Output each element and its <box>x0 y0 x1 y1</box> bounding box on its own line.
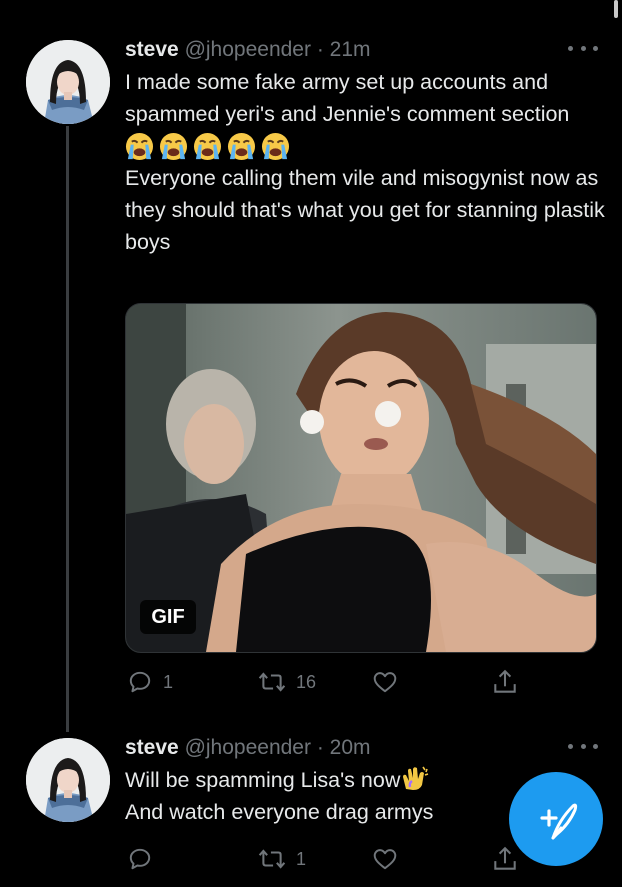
timestamp[interactable]: 21m <box>330 38 371 61</box>
handle[interactable]: @jhopeender <box>185 38 311 61</box>
avatar[interactable] <box>26 40 110 124</box>
retweet-icon <box>258 849 286 869</box>
retweet-count: 1 <box>296 848 307 869</box>
avatar-image <box>26 40 110 124</box>
retweet-button[interactable]: 1 <box>258 846 306 872</box>
like-button[interactable] <box>371 846 399 872</box>
loudly-crying-face-icon <box>227 132 256 160</box>
compose-tweet-icon <box>540 803 578 840</box>
loudly-crying-face-icon <box>159 132 188 160</box>
reply-icon <box>129 848 151 870</box>
reply-button[interactable]: 1 <box>127 669 173 695</box>
tweet-text-line-1-text: Will be spamming Lisa's now <box>125 768 401 792</box>
handle[interactable]: @jhopeender <box>185 736 311 759</box>
more-options-icon[interactable] <box>568 738 598 754</box>
separator: · <box>316 38 324 61</box>
display-name[interactable]: steve <box>125 38 179 61</box>
separator: · <box>316 736 324 759</box>
share-icon <box>494 669 516 693</box>
gif-image <box>126 304 596 652</box>
retweet-button[interactable]: 16 <box>258 669 316 695</box>
avatar-image <box>26 738 110 822</box>
gif-badge: GIF <box>140 600 196 634</box>
loudly-crying-face-icon <box>261 132 290 160</box>
share-button[interactable] <box>492 668 518 696</box>
thread-connector-line <box>66 126 69 732</box>
reply-count: 1 <box>163 671 174 692</box>
like-button[interactable] <box>371 669 399 695</box>
display-name[interactable]: steve <box>125 736 179 759</box>
tweet-header: steve @jhopeender · 20m <box>125 735 371 761</box>
clapping-hands-icon <box>403 766 429 790</box>
tweet-text: I made some fake army set up accounts an… <box>125 66 605 258</box>
gif-media[interactable] <box>125 303 597 653</box>
tweet-text-paragraph-1: I made some fake army set up accounts an… <box>125 70 570 126</box>
tweet-text-paragraph-2: Everyone calling them vile and misogynis… <box>125 166 605 254</box>
retweet-count: 16 <box>296 671 317 692</box>
timestamp[interactable]: 20m <box>330 736 371 759</box>
reply-button[interactable] <box>127 846 163 872</box>
retweet-icon <box>258 672 286 692</box>
emoji-row <box>125 130 605 162</box>
heart-icon <box>373 849 397 870</box>
avatar[interactable] <box>26 738 110 822</box>
more-options-icon[interactable] <box>568 40 598 56</box>
heart-icon <box>373 672 397 693</box>
scrollbar[interactable] <box>614 0 618 18</box>
reply-icon <box>129 671 151 693</box>
loudly-crying-face-icon <box>193 132 222 160</box>
loudly-crying-face-icon <box>125 132 154 160</box>
compose-tweet-button[interactable] <box>509 772 603 866</box>
tweet-header: steve @jhopeender · 21m <box>125 37 371 63</box>
